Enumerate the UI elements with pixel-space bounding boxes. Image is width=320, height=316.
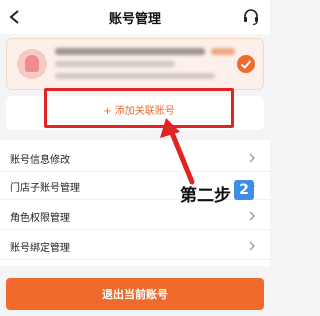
page-title: 账号管理 <box>108 12 161 27</box>
chevron-right-icon <box>249 211 255 221</box>
logout-button[interactable]: 退出当前账号 <box>6 278 264 310</box>
current-account-card[interactable] <box>6 38 264 90</box>
account-id-redacted <box>55 61 175 67</box>
account-name-redacted <box>55 48 205 55</box>
menu-item-label: 角色权限管理 <box>10 213 70 224</box>
menu-item-role-permissions[interactable]: 角色权限管理 <box>0 202 270 230</box>
account-tag-redacted <box>211 48 235 55</box>
check-circle-icon <box>237 55 255 73</box>
avatar-icon <box>17 49 47 79</box>
menu-item-label: 账号信息修改 <box>10 155 70 166</box>
menu-item-account-binding[interactable]: 账号绑定管理 <box>0 232 270 260</box>
headset-icon[interactable] <box>242 8 260 26</box>
menu-item-account-info[interactable]: 账号信息修改 <box>0 144 270 172</box>
chevron-right-icon <box>249 153 255 163</box>
header-bar: 账号管理 <box>0 0 270 34</box>
step-number-badge: 2 <box>234 180 254 200</box>
menu-item-label: 门店子账号管理 <box>10 183 80 194</box>
chevron-right-icon <box>249 241 255 251</box>
account-detail-redacted <box>55 73 215 79</box>
menu-item-label: 账号绑定管理 <box>10 243 70 254</box>
logout-button-label: 退出当前账号 <box>102 288 168 301</box>
step-annotation-text: 第二步 <box>180 186 231 206</box>
